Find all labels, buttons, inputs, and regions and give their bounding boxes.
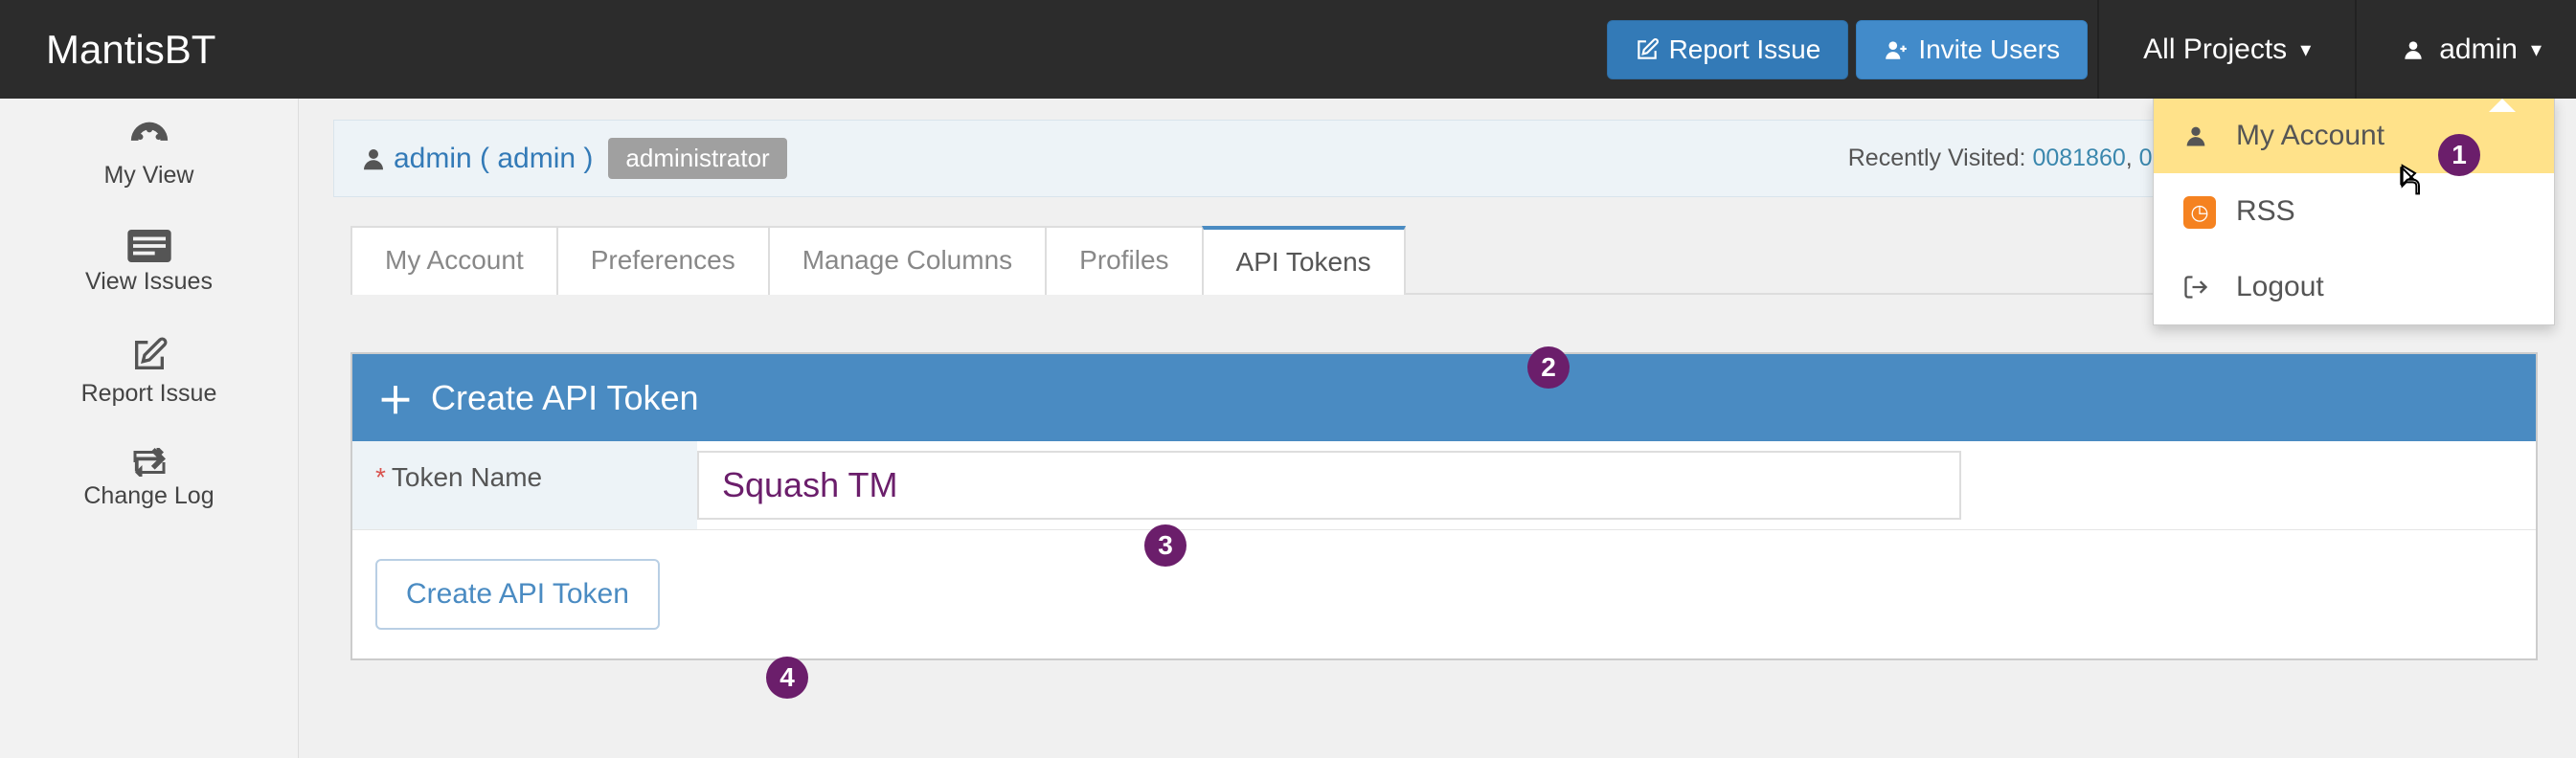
dropdown-label: Logout	[2236, 271, 2324, 303]
dropdown-label: My Account	[2236, 120, 2384, 152]
sidebar-item-report-issue[interactable]: Report Issue	[0, 317, 298, 429]
sidebar: My View View Issues Report Issue Change …	[0, 99, 299, 758]
recent-label: Recently Visited:	[1848, 145, 2026, 171]
user-icon	[2182, 123, 2217, 149]
create-api-token-button[interactable]: Create API Token	[375, 559, 660, 630]
annotation-badge-1: 1	[2438, 134, 2480, 176]
top-navbar: MantisBT Report Issue Invite Users All P…	[0, 0, 2576, 99]
tab-manage-columns[interactable]: Manage Columns	[768, 226, 1047, 295]
chevron-down-icon: ▾	[2300, 37, 2311, 62]
sidebar-item-view-issues[interactable]: View Issues	[0, 211, 298, 317]
dropdown-my-account[interactable]: My Account	[2154, 99, 2554, 173]
sidebar-label: My View	[103, 162, 193, 190]
token-name-label: *Token Name	[352, 441, 697, 529]
annotation-badge-4: 4	[766, 657, 808, 699]
tab-api-tokens[interactable]: API Tokens	[1202, 226, 1406, 295]
sidebar-label: Report Issue	[81, 380, 217, 408]
dropdown-logout[interactable]: Logout	[2154, 250, 2554, 324]
retweet-icon	[127, 448, 171, 477]
user-dropdown: My Account ◷ RSS Logout	[2153, 99, 2555, 325]
annotation-badge-3: 3	[1144, 524, 1186, 567]
panel-title: Create API Token	[431, 378, 699, 418]
tab-profiles[interactable]: Profiles	[1045, 226, 1203, 295]
tab-my-account[interactable]: My Account	[350, 226, 558, 295]
required-asterisk: *	[375, 462, 386, 492]
annotation-badge-2: 2	[1527, 346, 1570, 389]
create-token-panel: ＋ Create API Token *Token Name Create AP…	[350, 352, 2538, 660]
edit-icon	[130, 336, 169, 374]
sidebar-label: Change Log	[83, 482, 214, 510]
dropdown-rss[interactable]: ◷ RSS	[2154, 173, 2554, 250]
cursor-icon	[2392, 163, 2423, 199]
report-issue-label: Report Issue	[1669, 34, 1821, 65]
divider	[2355, 0, 2357, 99]
edit-icon	[1635, 37, 1660, 62]
project-selector[interactable]: All Projects ▾	[2109, 0, 2345, 99]
tab-preferences[interactable]: Preferences	[556, 226, 770, 295]
user-icon	[359, 145, 388, 173]
dashboard-icon	[127, 118, 171, 156]
invite-users-label: Invite Users	[1918, 34, 2060, 65]
project-selector-label: All Projects	[2143, 33, 2287, 66]
role-badge: administrator	[608, 138, 786, 179]
breadcrumb-user-link[interactable]: admin ( admin )	[394, 143, 593, 175]
sidebar-item-change-log[interactable]: Change Log	[0, 429, 298, 531]
user-plus-icon	[1884, 37, 1909, 62]
panel-header: ＋ Create API Token	[352, 354, 2536, 441]
brand-logo[interactable]: MantisBT	[0, 27, 261, 73]
invite-users-button[interactable]: Invite Users	[1856, 20, 2088, 79]
recent-issue-link[interactable]: 0081860	[2032, 145, 2125, 171]
token-name-input[interactable]	[697, 451, 1961, 520]
plus-icon: ＋	[377, 371, 414, 424]
chevron-down-icon: ▾	[2531, 37, 2542, 62]
logout-icon	[2182, 274, 2217, 301]
report-issue-button[interactable]: Report Issue	[1607, 20, 1849, 79]
user-icon	[2401, 37, 2426, 62]
sidebar-item-my-view[interactable]: My View	[0, 99, 298, 211]
dropdown-label: RSS	[2236, 195, 2295, 228]
divider	[2097, 0, 2099, 99]
username-label: admin	[2439, 33, 2518, 66]
form-row-token-name: *Token Name	[352, 441, 2536, 530]
rss-icon: ◷	[2182, 194, 2217, 229]
list-icon	[127, 230, 171, 262]
sidebar-label: View Issues	[85, 268, 213, 296]
user-menu[interactable]: admin ▾	[2366, 0, 2576, 99]
